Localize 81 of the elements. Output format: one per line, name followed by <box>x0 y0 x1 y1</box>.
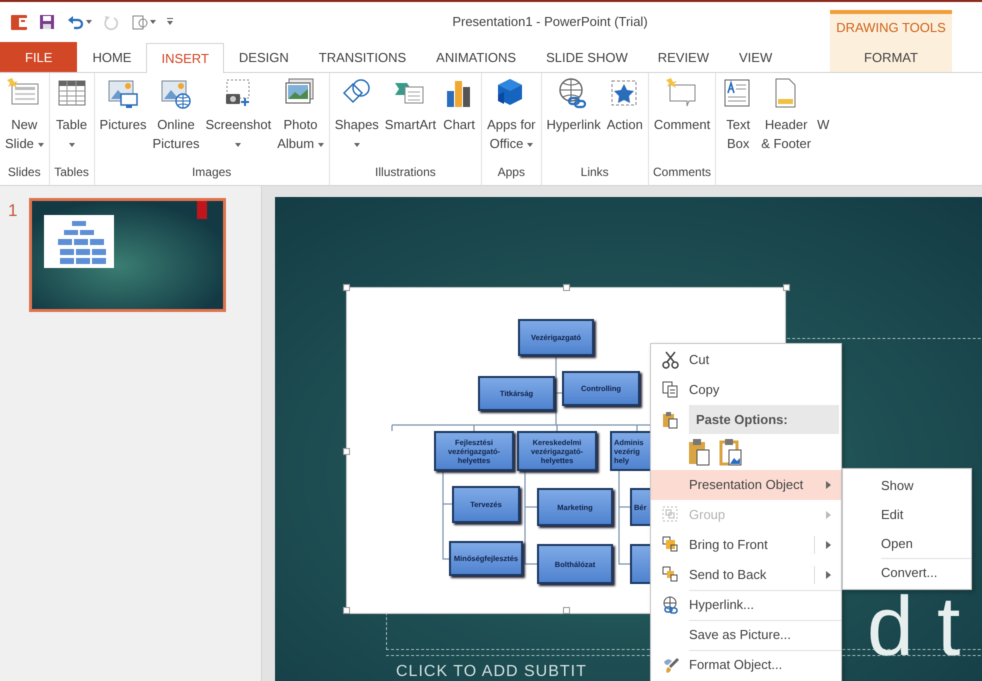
window-title: Presentation1 - PowerPoint (Trial) <box>452 14 648 30</box>
menu-item[interactable]: Edit <box>843 500 971 529</box>
paste-icon <box>662 410 678 428</box>
resize-handle[interactable] <box>783 284 790 291</box>
ribbon-button[interactable]: Pictures <box>96 73 150 161</box>
title-placeholder-text: d t <box>867 594 960 657</box>
caret-icon <box>526 142 533 147</box>
caret-icon <box>68 142 75 147</box>
submenu-arrow-icon <box>826 481 831 489</box>
caret-icon <box>86 20 92 24</box>
ribbon-button[interactable]: Header & Footer <box>758 73 814 161</box>
paste-option-button[interactable] <box>687 437 711 467</box>
scissors-icon <box>662 351 678 369</box>
ribbon-button[interactable]: Comment <box>650 73 714 161</box>
ribbon-button[interactable]: Hyperlink <box>544 73 604 161</box>
menu-item[interactable]: Presentation Object <box>651 470 841 500</box>
save-icon <box>38 13 56 31</box>
org-chart-box <box>630 544 650 584</box>
ribbon-tab[interactable]: ANIMATIONS <box>421 42 532 72</box>
group-label: Apps <box>496 164 526 181</box>
ribbon-button[interactable]: Table <box>52 73 92 161</box>
submenu-arrow-icon <box>826 541 831 549</box>
touch-mode-icon <box>130 13 148 31</box>
contextual-tab-label: DRAWING TOOLS <box>836 19 946 38</box>
ribbon-tab[interactable]: VIEW <box>724 42 788 72</box>
menu-item[interactable]: Open <box>843 529 971 558</box>
ribbon-button[interactable]: Online Pictures <box>150 73 202 161</box>
group-label: Links <box>580 164 610 181</box>
paste-picture-icon <box>719 437 743 467</box>
group-label: Illustrations <box>374 164 437 181</box>
ribbon-tab[interactable]: DESIGN <box>224 42 304 72</box>
brush-icon <box>662 656 678 674</box>
resize-handle[interactable] <box>343 607 350 614</box>
ribbon-tab[interactable]: FORMAT <box>830 42 952 72</box>
ribbon-tab[interactable]: SLIDE SHOW <box>531 42 643 72</box>
ribbon-button[interactable]: Action <box>604 73 646 161</box>
ribbon-button[interactable]: Text Box <box>718 73 758 161</box>
send-back-icon <box>662 566 678 584</box>
caret-icon <box>354 142 360 147</box>
subtitle-placeholder-text: CLICK TO ADD SUBTIT <box>396 662 587 681</box>
slide-thumbnail[interactable] <box>29 198 226 312</box>
ribbon-tab[interactable]: INSERT <box>146 43 224 73</box>
paste-icon <box>687 437 711 467</box>
ribbon-button[interactable]: Apps for Office <box>484 73 539 161</box>
group-label: Images <box>190 164 232 181</box>
group-label: Tables <box>53 164 90 181</box>
ribbon-button[interactable]: Photo Album <box>274 73 327 161</box>
submenu-arrow-icon <box>826 571 831 579</box>
app-logo-icon <box>10 13 28 31</box>
group-icon <box>662 506 678 524</box>
menu-section-header: Paste Options: <box>689 405 839 434</box>
ribbon-tab[interactable]: TRANSITIONS <box>304 42 422 72</box>
menu-item[interactable]: Show <box>843 471 971 500</box>
group-label: Comments <box>652 164 712 181</box>
globe-link-icon <box>662 596 678 614</box>
ribbon-tab[interactable]: REVIEW <box>642 42 724 72</box>
ribbon-button[interactable]: W <box>814 73 832 161</box>
resize-handle[interactable] <box>563 607 570 614</box>
ribbon-button[interactable]: Shapes <box>332 73 382 161</box>
resize-handle[interactable] <box>343 448 350 455</box>
caret-icon <box>235 142 242 147</box>
resize-handle[interactable] <box>343 284 350 291</box>
slide-number: 1 <box>8 200 18 222</box>
ribbon-button[interactable]: Chart <box>439 73 480 161</box>
paste-option-button[interactable] <box>719 437 743 467</box>
redo-icon <box>102 13 120 31</box>
ribbon-tab[interactable]: FILE <box>0 42 78 72</box>
ribbon-button[interactable]: Screenshot <box>202 73 274 161</box>
customize-icon <box>166 18 174 26</box>
caret-icon <box>38 142 44 147</box>
group-label: Slides <box>6 164 42 181</box>
caret-icon <box>150 20 156 24</box>
copy-icon <box>662 381 678 399</box>
bring-front-icon <box>662 536 678 554</box>
ribbon-button[interactable]: SmartArt <box>382 73 440 161</box>
ribbon-tab[interactable]: HOME <box>77 42 146 72</box>
caret-icon <box>318 142 324 147</box>
ribbon-button[interactable]: New Slide <box>2 73 47 161</box>
submenu-arrow-icon <box>826 511 831 519</box>
resize-handle[interactable] <box>563 284 570 291</box>
undo-icon <box>66 13 84 31</box>
